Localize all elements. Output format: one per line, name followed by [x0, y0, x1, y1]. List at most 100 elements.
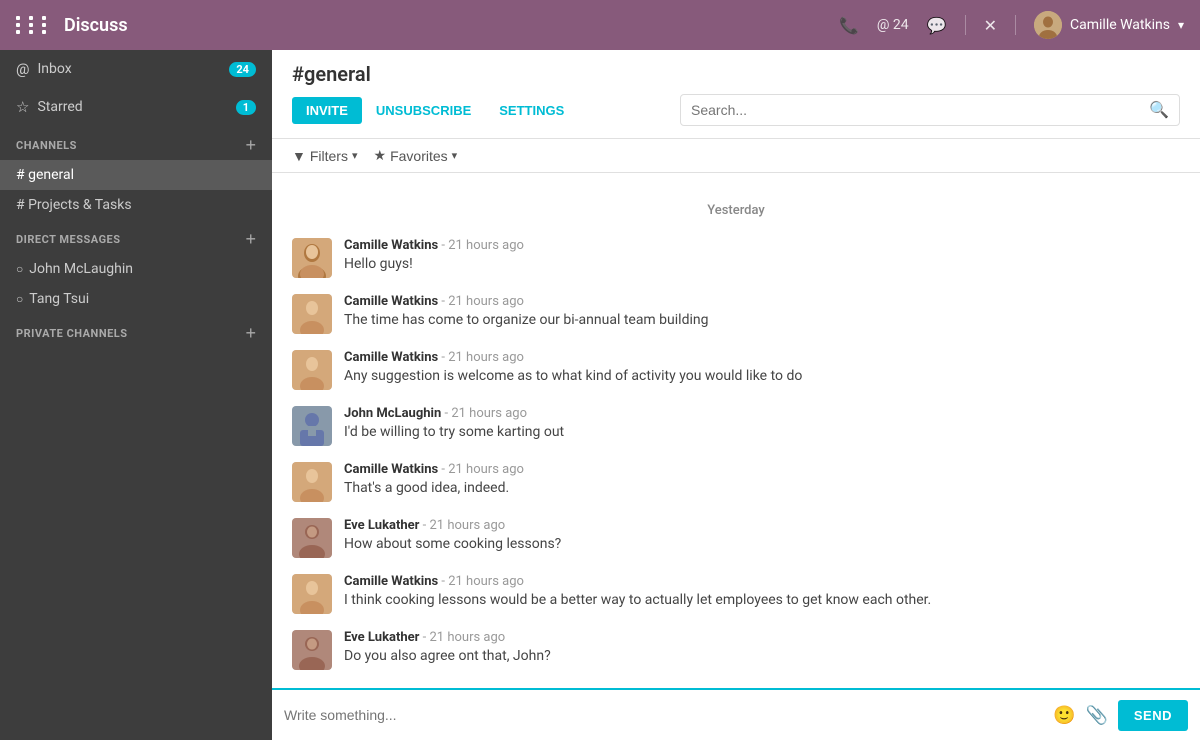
messages-container: Yesterday Camille Watkins - 21 hour	[272, 173, 1200, 688]
avatar-camille-5	[292, 462, 332, 502]
dm-circle-john: ○	[16, 262, 23, 276]
avatar-eve-1	[292, 518, 332, 558]
dm-john-label: John McLaughin	[29, 261, 133, 277]
mention-badge-wrap[interactable]: @ 24	[877, 17, 909, 33]
message-row: Camille Watkins - 21 hours ago I think c…	[292, 574, 1180, 614]
search-input[interactable]	[691, 102, 1149, 118]
message-content-3: Camille Watkins - 21 hours ago Any sugge…	[344, 350, 1180, 387]
message-author-7: Camille Watkins	[344, 574, 438, 589]
message-header-7: Camille Watkins - 21 hours ago	[344, 574, 1180, 589]
add-direct-message-button[interactable]: +	[245, 230, 256, 248]
message-author-3: Camille Watkins	[344, 350, 438, 365]
mention-label: @ 24	[877, 17, 909, 33]
star-favorites-icon: ★	[374, 147, 387, 164]
user-menu[interactable]: Camille Watkins ▾	[1034, 11, 1184, 39]
private-channels-section-header: PRIVATE CHANNELS +	[0, 314, 272, 348]
message-header-1: Camille Watkins - 21 hours ago	[344, 238, 1180, 253]
channel-actions: INVITE UNSUBSCRIBE SETTINGS 🔍	[292, 94, 1180, 126]
message-row: Camille Watkins - 21 hours ago The time …	[292, 294, 1180, 334]
filter-bar: ▼ Filters ▾ ★ Favorites ▾	[272, 139, 1200, 173]
message-header-2: Camille Watkins - 21 hours ago	[344, 294, 1180, 309]
message-header-5: Camille Watkins - 21 hours ago	[344, 462, 1180, 477]
message-text-3: Any suggestion is welcome as to what kin…	[344, 367, 1180, 387]
message-content-2: Camille Watkins - 21 hours ago The time …	[344, 294, 1180, 331]
message-row: Camille Watkins - 21 hours ago Any sugge…	[292, 350, 1180, 390]
filter-icon: ▼	[292, 148, 306, 164]
message-text-2: The time has come to organize our bi-ann…	[344, 311, 1180, 331]
filters-chevron: ▾	[352, 149, 358, 162]
message-time-5: - 21 hours ago	[441, 462, 524, 477]
avatar-camille-2	[292, 294, 332, 334]
phone-icon[interactable]: 📞	[839, 16, 859, 35]
sidebar-item-starred[interactable]: ☆ Starred 1	[0, 88, 272, 126]
top-navigation: Discuss 📞 @ 24 💬 ✕ Camille Watkins ▾	[0, 0, 1200, 50]
message-text-8: Do you also agree ont that, John?	[344, 647, 1180, 667]
sidebar-item-projects-tasks[interactable]: # Projects & Tasks	[0, 190, 272, 220]
user-name: Camille Watkins	[1070, 17, 1170, 33]
message-row: Camille Watkins - 21 hours ago That's a …	[292, 462, 1180, 502]
emoji-button[interactable]: 🙂	[1053, 705, 1075, 726]
apps-grid-icon[interactable]	[16, 16, 52, 34]
message-time-1: - 21 hours ago	[441, 238, 524, 253]
settings-button[interactable]: SETTINGS	[485, 97, 578, 124]
message-author-8: Eve Lukather	[344, 630, 419, 645]
app-title: Discuss	[64, 15, 128, 36]
message-time-3: - 21 hours ago	[441, 350, 524, 365]
date-separator: Yesterday	[292, 203, 1180, 218]
message-content-7: Camille Watkins - 21 hours ago I think c…	[344, 574, 1180, 611]
attachment-button[interactable]: 📎	[1085, 705, 1107, 726]
direct-messages-section-header: DIRECT MESSAGES +	[0, 220, 272, 254]
message-author-5: Camille Watkins	[344, 462, 438, 477]
favorites-button[interactable]: ★ Favorites ▾	[374, 147, 458, 164]
channel-header: #general INVITE UNSUBSCRIBE SETTINGS 🔍	[272, 50, 1200, 139]
message-row: Eve Lukather - 21 hours ago Do you also …	[292, 630, 1180, 670]
compose-area: 🙂 📎 SEND	[272, 688, 1200, 740]
message-time-2: - 21 hours ago	[441, 294, 524, 309]
projects-tasks-channel-label: # Projects & Tasks	[16, 197, 132, 213]
message-author-2: Camille Watkins	[344, 294, 438, 309]
nav-icons: 📞 @ 24 💬 ✕ Camille Watkins ▾	[839, 11, 1184, 39]
avatar-camille-3	[292, 350, 332, 390]
send-button[interactable]: SEND	[1118, 700, 1188, 731]
message-text-5: That's a good idea, indeed.	[344, 479, 1180, 499]
message-header-8: Eve Lukather - 21 hours ago	[344, 630, 1180, 645]
private-channels-label: PRIVATE CHANNELS	[16, 327, 128, 340]
chat-icon[interactable]: 💬	[927, 16, 947, 35]
message-content-8: Eve Lukather - 21 hours ago Do you also …	[344, 630, 1180, 667]
compose-input[interactable]	[284, 707, 1053, 723]
channels-label: CHANNELS	[16, 139, 77, 152]
inbox-label: Inbox	[37, 61, 71, 77]
search-button[interactable]: 🔍	[1149, 100, 1169, 120]
message-text-6: How about some cooking lessons?	[344, 535, 1180, 555]
starred-label: Starred	[37, 99, 82, 115]
sidebar-item-general[interactable]: # general	[0, 160, 272, 190]
sidebar-dm-john[interactable]: ○ John McLaughin	[0, 254, 272, 284]
nav-divider2	[1015, 15, 1016, 35]
general-channel-label: # general	[16, 167, 74, 183]
message-row: John McLaughin - 21 hours ago I'd be wil…	[292, 406, 1180, 446]
message-time-4: - 21 hours ago	[445, 406, 528, 421]
message-content-4: John McLaughin - 21 hours ago I'd be wil…	[344, 406, 1180, 443]
sidebar-dm-tang[interactable]: ○ Tang Tsui	[0, 284, 272, 314]
sidebar-item-inbox[interactable]: @ Inbox 24	[0, 50, 272, 88]
invite-button[interactable]: INVITE	[292, 97, 362, 124]
add-channel-button[interactable]: +	[245, 136, 256, 154]
at-icon: @	[16, 60, 29, 78]
filters-button[interactable]: ▼ Filters ▾	[292, 148, 358, 164]
inbox-badge: 24	[229, 62, 256, 77]
message-header-4: John McLaughin - 21 hours ago	[344, 406, 1180, 421]
filters-label: Filters	[310, 148, 348, 164]
user-dropdown-icon: ▾	[1178, 18, 1184, 32]
starred-badge: 1	[236, 100, 256, 115]
message-author-4: John McLaughin	[344, 406, 441, 421]
avatar-camille-7	[292, 574, 332, 614]
message-content-5: Camille Watkins - 21 hours ago That's a …	[344, 462, 1180, 499]
message-author-1: Camille Watkins	[344, 238, 438, 253]
close-icon[interactable]: ✕	[984, 16, 997, 35]
unsubscribe-button[interactable]: UNSUBSCRIBE	[362, 97, 485, 124]
message-text-7: I think cooking lessons would be a bette…	[344, 591, 1180, 611]
message-author-6: Eve Lukather	[344, 518, 419, 533]
add-private-channel-button[interactable]: +	[245, 324, 256, 342]
message-content-1: Camille Watkins - 21 hours ago Hello guy…	[344, 238, 1180, 275]
avatar-john	[292, 406, 332, 446]
